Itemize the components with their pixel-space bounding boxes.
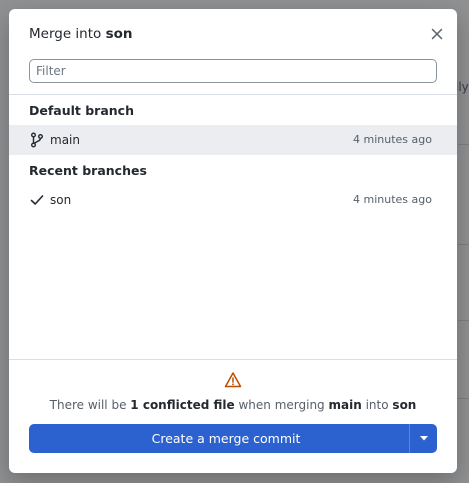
dialog-title-branch: son — [105, 26, 133, 42]
divider — [9, 359, 457, 360]
close-button[interactable] — [427, 24, 447, 44]
branch-name: main — [50, 133, 80, 147]
branch-timestamp: 4 minutes ago — [353, 193, 432, 206]
dialog-title-prefix: Merge into — [29, 26, 102, 42]
merge-status-text: There will be — [49, 398, 127, 412]
dialog-title: Merge into son — [29, 26, 133, 42]
merge-status-text: into — [365, 398, 389, 412]
close-icon — [431, 28, 443, 40]
branch-item-main[interactable]: main 4 minutes ago — [9, 125, 457, 155]
background-divider — [458, 398, 469, 399]
branch-item-son[interactable]: son 4 minutes ago — [9, 185, 457, 215]
conflict-count: 1 conflicted file — [130, 398, 235, 412]
merge-button-group: Create a merge commit — [29, 424, 437, 453]
filter-input[interactable] — [29, 59, 437, 83]
git-branch-icon — [29, 132, 45, 148]
target-branch-name: son — [392, 398, 417, 412]
default-branch-header: Default branch — [29, 103, 134, 118]
dialog-header: Merge into son — [9, 9, 457, 59]
merge-dialog: Merge into son Default branch main 4 min… — [9, 9, 457, 473]
branch-name: son — [50, 193, 72, 207]
warning-icon — [224, 372, 242, 388]
divider — [9, 94, 457, 95]
branch-timestamp: 4 minutes ago — [353, 133, 432, 146]
merge-status-text: when merging — [238, 398, 325, 412]
background-divider — [458, 320, 469, 321]
background-text: lly — [455, 80, 469, 94]
merge-options-dropdown-button[interactable] — [409, 424, 437, 453]
background-divider — [458, 144, 469, 145]
check-icon — [29, 192, 45, 208]
caret-down-icon — [419, 436, 428, 441]
background-divider — [458, 244, 469, 245]
recent-branches-header: Recent branches — [29, 163, 147, 178]
create-merge-commit-button[interactable]: Create a merge commit — [29, 424, 409, 453]
source-branch-name: main — [328, 398, 362, 412]
merge-status-message: There will be 1 conflicted file when mer… — [9, 398, 457, 412]
filter-field — [29, 59, 437, 83]
